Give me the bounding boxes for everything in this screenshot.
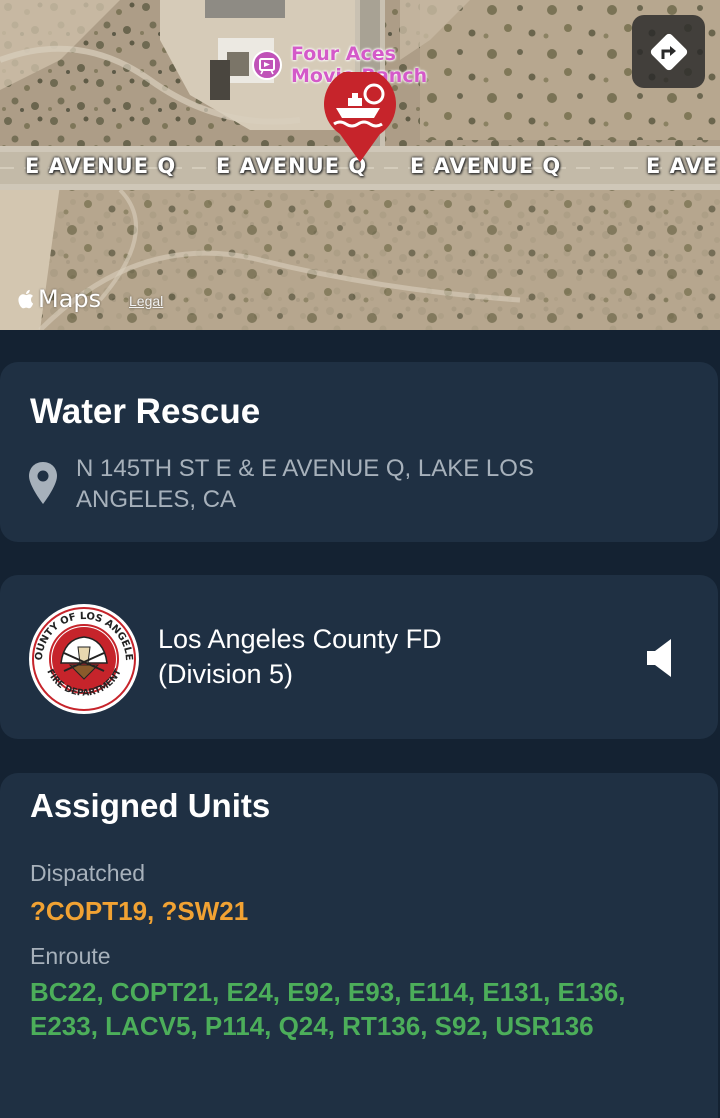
directions-arrow-icon [650, 33, 687, 70]
incident-pin[interactable] [318, 68, 402, 164]
units-section-title: Assigned Units [30, 787, 271, 824]
enroute-label: Enroute [30, 943, 111, 969]
poi-theater-icon[interactable] [252, 50, 282, 80]
agency-name-line1: Los Angeles County FD [158, 624, 442, 654]
fire-department-seal-icon: COUNTY OF LOS ANGELES FIRE DEPARTMENT [28, 603, 139, 714]
directions-button[interactable] [632, 15, 705, 88]
location-pin-icon [29, 462, 57, 504]
incident-title: Water Rescue [30, 392, 261, 431]
dispatched-label: Dispatched [30, 860, 146, 886]
maps-brand: Maps [18, 285, 101, 313]
agency-name: Los Angeles County FD (Division 5) [158, 622, 578, 692]
dispatched-units: ?COPT19, ?SW21 [30, 896, 249, 926]
maps-brand-text: Maps [38, 285, 102, 313]
agency-name-line2: (Division 5) [158, 659, 294, 689]
apple-logo-icon [18, 289, 34, 309]
poi-name-line1: Four Aces [291, 43, 396, 65]
maps-legal-link[interactable]: Legal [129, 293, 163, 309]
incident-card [0, 362, 718, 542]
boat-icon [324, 68, 396, 162]
road-label: E AVE [646, 154, 719, 178]
speaker-icon[interactable] [645, 637, 675, 679]
road-label: E AVENUE Q [410, 154, 562, 178]
road-label: E AVENUE Q [25, 154, 177, 178]
incident-address[interactable]: N 145TH ST E & E AVENUE Q, LAKE LOS ANGE… [76, 453, 636, 515]
map-view[interactable]: E AVENUE Q E AVENUE Q E AVENUE Q E AVE F… [0, 0, 720, 330]
enroute-units: BC22, COPT21, E24, E92, E93, E114, E131,… [30, 977, 626, 1041]
